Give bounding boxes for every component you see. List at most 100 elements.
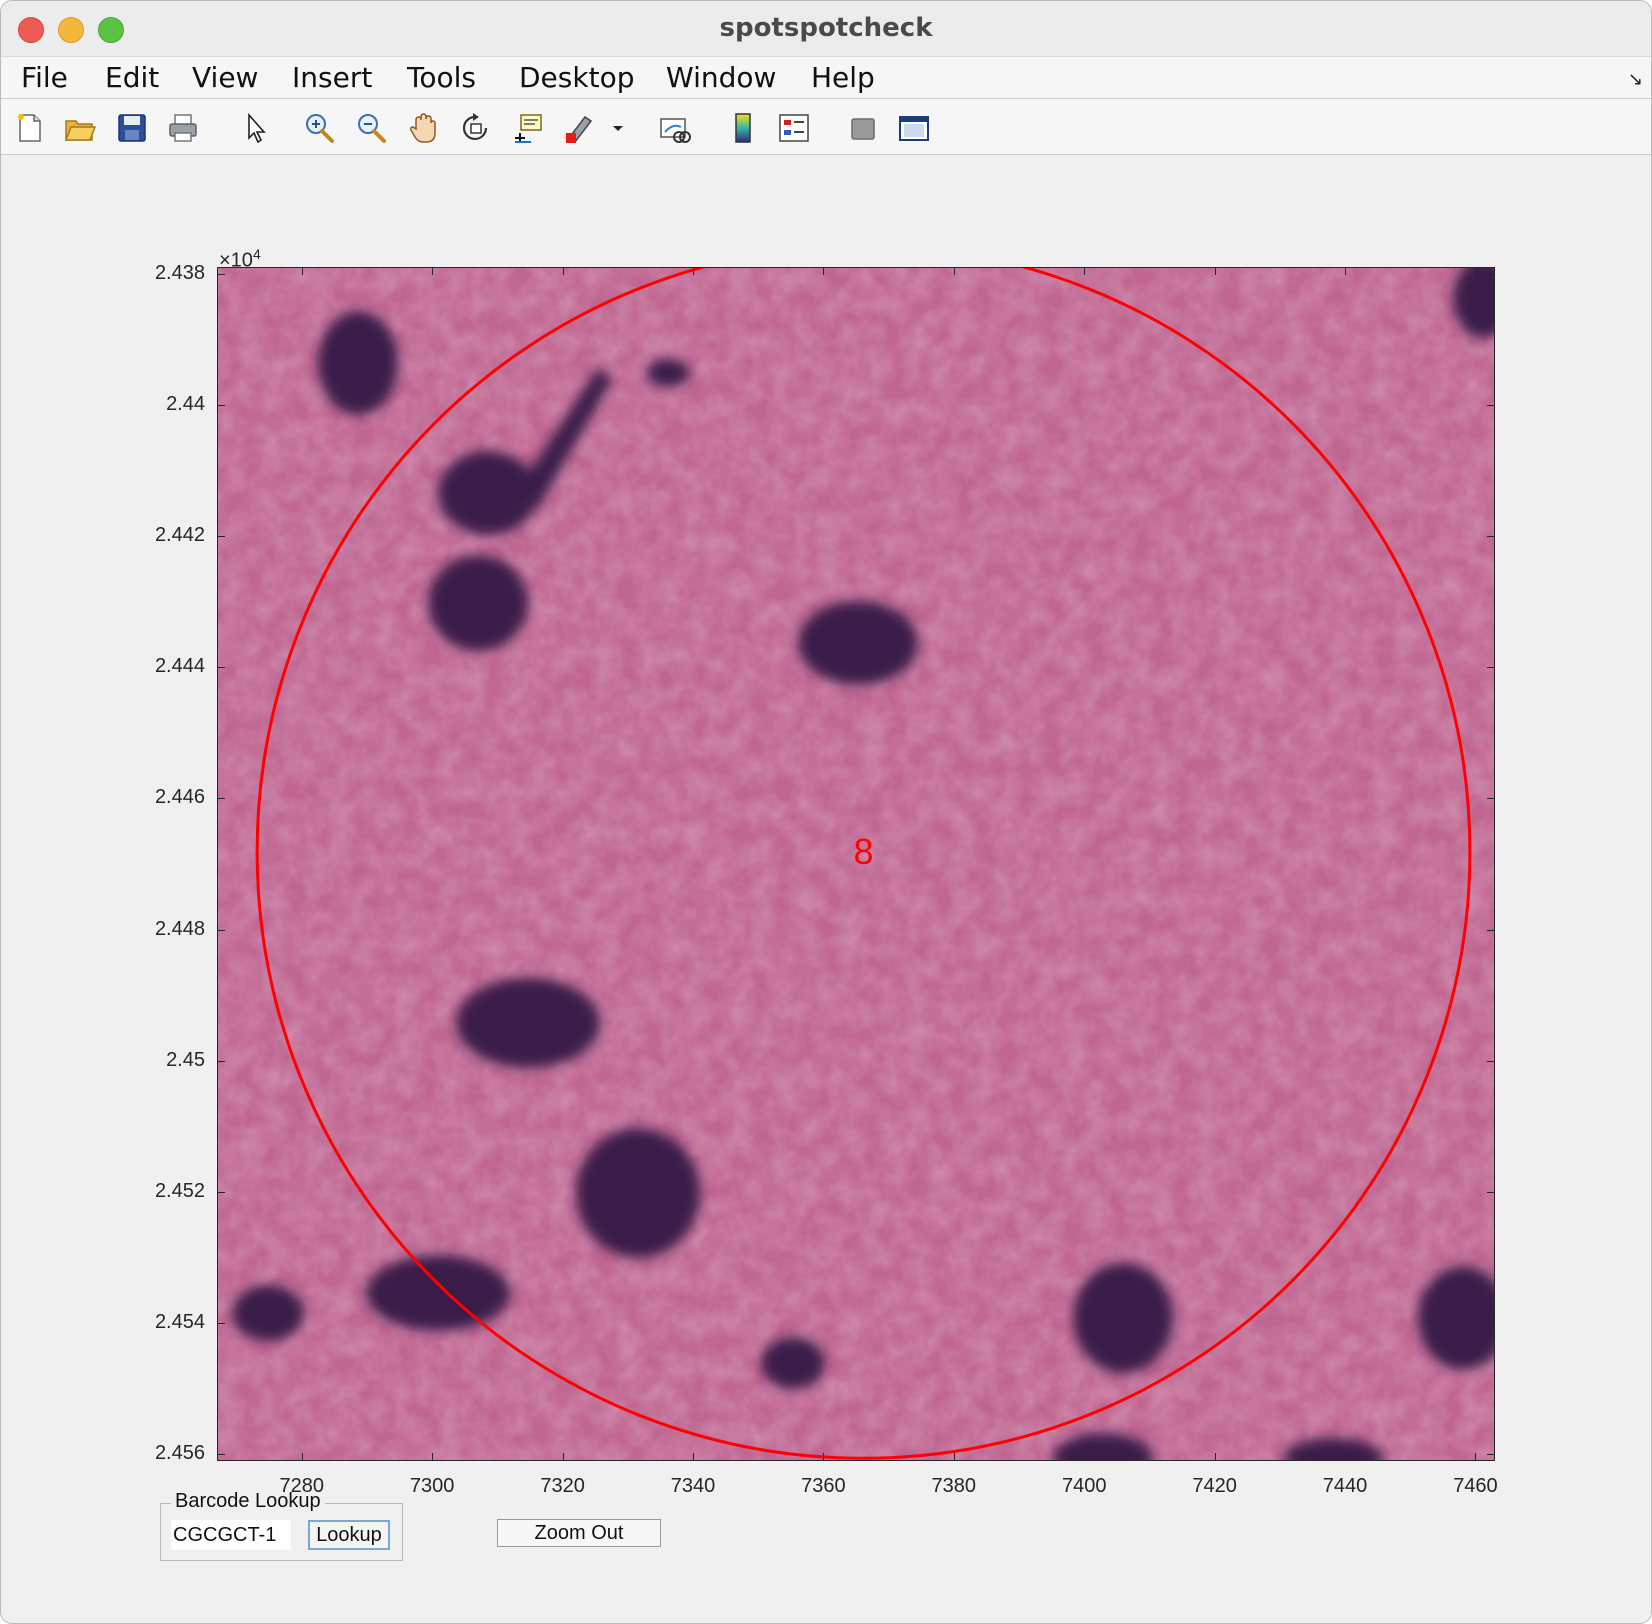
figure-toolbar: [1, 99, 1651, 155]
x-tick-mark: [823, 267, 825, 275]
nucleus: [1073, 1263, 1173, 1373]
x-tick-label: 7400: [1061, 1475, 1107, 1497]
x-tick-mark: [301, 1453, 303, 1461]
y-tick-mark: [1487, 1192, 1495, 1194]
menu-desktop[interactable]: Desktop: [519, 61, 634, 94]
barcode-input[interactable]: [171, 1520, 291, 1550]
hide-plot-tools-icon[interactable]: [846, 111, 880, 145]
x-tick-mark: [432, 267, 434, 275]
tissue-image: 8: [218, 268, 1494, 1460]
lookup-button[interactable]: Lookup: [308, 1520, 390, 1550]
zoom-out-button[interactable]: Zoom Out: [497, 1519, 661, 1547]
x-tick-mark: [1475, 1453, 1477, 1461]
y-tick-mark: [1487, 667, 1495, 669]
x-tick-mark: [1345, 1453, 1347, 1461]
x-tick-mark: [432, 1453, 434, 1461]
y-tick-mark: [1487, 273, 1495, 275]
y-tick-mark: [217, 929, 225, 931]
y-tick-mark: [217, 404, 225, 406]
dock-arrow-icon[interactable]: ↘: [1628, 69, 1643, 90]
menu-edit[interactable]: Edit: [105, 61, 159, 94]
new-figure-icon[interactable]: [13, 111, 47, 145]
barcode-lookup-panel: Barcode Lookup Lookup: [160, 1490, 403, 1561]
zoom-out-icon[interactable]: [354, 111, 388, 145]
y-tick-mark: [217, 1192, 225, 1194]
nucleus: [798, 601, 918, 685]
x-tick-mark: [1084, 1453, 1086, 1461]
x-tick-mark: [1214, 267, 1216, 275]
x-tick-mark: [562, 1453, 564, 1461]
legend-icon[interactable]: [777, 111, 811, 145]
nucleus: [232, 1285, 304, 1341]
y-tick-label: 2.452: [154, 1180, 205, 1203]
y-tick-mark: [1487, 1454, 1495, 1456]
nucleus: [761, 1337, 825, 1389]
window-title: spotspotcheck: [719, 13, 933, 43]
x-tick-label: 7380: [931, 1475, 977, 1497]
x-tick-label: 7300: [409, 1475, 455, 1497]
rotate-3d-icon[interactable]: [459, 111, 493, 145]
x-tick-mark: [1345, 267, 1347, 275]
menu-view[interactable]: View: [192, 61, 258, 94]
y-tick-mark: [217, 1060, 225, 1062]
y-tick-label: 2.438: [154, 261, 205, 284]
x-tick-mark: [692, 1453, 694, 1461]
nucleus: [318, 311, 398, 415]
nucleus: [576, 1128, 700, 1258]
y-tick-label: 2.442: [154, 523, 205, 546]
y-tick-label: 2.44: [166, 392, 205, 415]
y-tick-mark: [217, 798, 225, 800]
y-tick-label: 2.444: [154, 655, 205, 678]
y-tick-label: 2.448: [154, 917, 205, 940]
x-tick-mark: [953, 267, 955, 275]
brush-icon[interactable]: [563, 111, 597, 145]
x-tick-label: 7360: [801, 1475, 846, 1497]
x-tick-label: 7340: [670, 1475, 716, 1497]
y-tick-mark: [217, 1454, 225, 1456]
data-cursor-icon[interactable]: [511, 111, 545, 145]
colorbar-icon[interactable]: [726, 111, 760, 145]
x-tick-mark: [562, 267, 564, 275]
menu-file[interactable]: File: [21, 61, 68, 94]
y-tick-mark: [1487, 1323, 1495, 1325]
image-axes[interactable]: 8: [217, 267, 1495, 1461]
menu-tools[interactable]: Tools: [407, 61, 476, 94]
x-tick-mark: [1084, 267, 1086, 275]
link-plot-icon[interactable]: [657, 111, 691, 145]
y-tick-label: 2.45: [166, 1048, 205, 1071]
show-plot-tools-icon[interactable]: [897, 111, 931, 145]
x-tick-mark: [953, 1453, 955, 1461]
nucleus: [456, 978, 600, 1068]
x-tick-label: 7320: [540, 1475, 585, 1497]
menu-bar: File Edit View Insert Tools Desktop Wind…: [1, 57, 1651, 99]
x-tick-mark: [823, 1453, 825, 1461]
menu-help[interactable]: Help: [811, 61, 875, 94]
brush-dropdown-icon[interactable]: [607, 111, 629, 145]
nucleus: [646, 359, 690, 387]
menu-insert[interactable]: Insert: [292, 61, 372, 94]
title-bar[interactable]: spotspotcheck: [1, 1, 1651, 57]
y-tick-label: 2.454: [154, 1311, 205, 1334]
menu-window[interactable]: Window: [666, 61, 776, 94]
edit-plot-arrow-icon[interactable]: [239, 111, 273, 145]
nucleus: [366, 1255, 510, 1331]
y-tick-mark: [1487, 535, 1495, 537]
save-icon[interactable]: [115, 111, 149, 145]
y-tick-mark: [1487, 798, 1495, 800]
spot-label: 8: [854, 831, 874, 872]
y-tick-mark: [217, 273, 225, 275]
x-tick-label: 7420: [1192, 1475, 1237, 1497]
nucleus: [428, 555, 528, 651]
zoom-in-icon[interactable]: [302, 111, 336, 145]
x-tick-mark: [692, 267, 694, 275]
y-tick-mark: [1487, 404, 1495, 406]
x-tick-mark: [301, 267, 303, 275]
y-tick-mark: [1487, 929, 1495, 931]
y-exponent-power: 4: [252, 246, 261, 262]
print-icon[interactable]: [166, 111, 200, 145]
y-tick-mark: [1487, 1060, 1495, 1062]
open-file-icon[interactable]: [63, 111, 97, 145]
x-tick-label: 7460: [1453, 1475, 1498, 1497]
y-tick-mark: [217, 535, 225, 537]
pan-hand-icon[interactable]: [407, 111, 441, 145]
